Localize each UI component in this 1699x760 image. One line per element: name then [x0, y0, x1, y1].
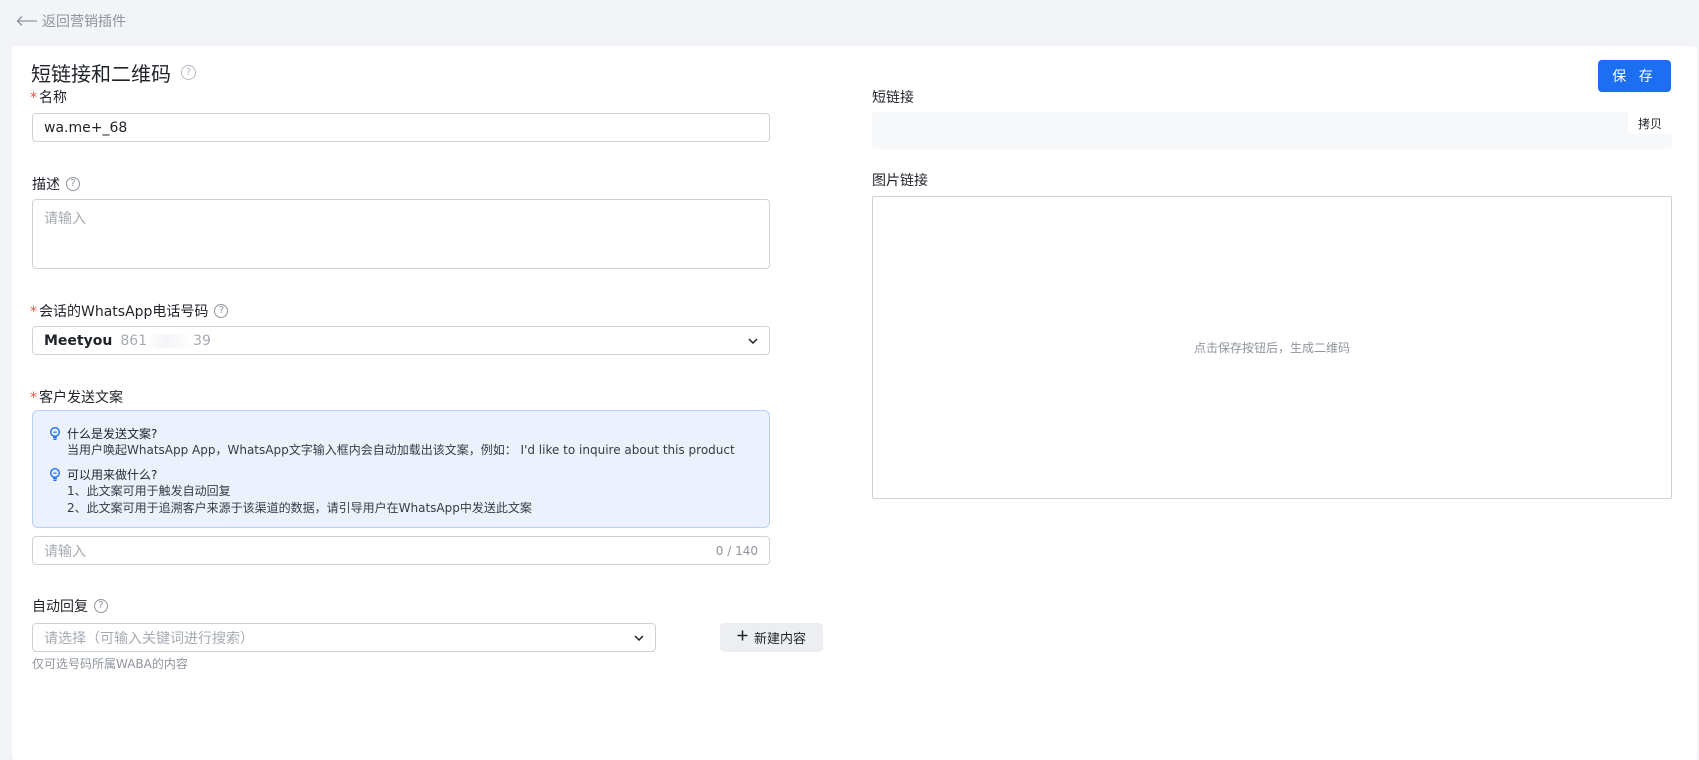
tip-title-usage: 可以用来做什么? [49, 466, 753, 483]
short-link-box: 拷贝 [872, 112, 1672, 149]
required-mark: * [30, 90, 37, 106]
chevron-down-icon [748, 337, 758, 344]
image-link-label-text: 图片链接 [872, 173, 928, 189]
new-content-label: 新建内容 [753, 632, 806, 647]
help-icon[interactable]: ? [66, 177, 80, 191]
tip1-title-text: 什么是发送文案? [67, 427, 158, 441]
short-link-label: 短链接 [872, 87, 914, 107]
phone-number-prefix: 861 [120, 332, 148, 349]
name-label-text: 名称 [39, 90, 67, 106]
back-link[interactable]: 返回营销插件 [16, 11, 126, 31]
required-mark: * [30, 390, 37, 406]
customer-message-label: * 客户发送文案 [30, 387, 123, 407]
tip-title-what: 什么是发送文案? [49, 425, 753, 442]
tip2-title-text: 可以用来做什么? [67, 468, 158, 482]
tip-box: 什么是发送文案? 当用户唤起WhatsApp App，WhatsApp文字输入框… [32, 410, 770, 528]
customer-message-input[interactable]: 请输入 0 / 140 [32, 536, 770, 565]
description-label: 描述 ? [32, 174, 80, 194]
qr-code-box: 点击保存按钮后，生成二维码 [872, 196, 1672, 499]
lightbulb-icon [49, 427, 61, 440]
auto-reply-label: 自动回复 ? [32, 596, 108, 616]
image-link-label: 图片链接 [872, 170, 928, 190]
save-button[interactable]: 保 存 [1598, 60, 1671, 92]
description-label-text: 描述 [32, 177, 60, 193]
page-title: 短链接和二维码 ? [31, 58, 196, 87]
phone-number-suffix: 39 [193, 332, 211, 349]
chevron-down-icon [634, 634, 644, 641]
plus-icon [737, 630, 748, 645]
main-card: 短链接和二维码 ? 保 存 * 名称 wa.me+_68 描述 ? 请输入 * 会话… [12, 46, 1697, 760]
name-input-value: wa.me+_68 [44, 119, 128, 136]
tip2-line2: 2、此文案可用于追溯客户来源于该渠道的数据，请引导用户在WhatsApp中发送此… [67, 501, 532, 515]
required-mark: * [30, 304, 37, 320]
page-title-text: 短链接和二维码 [31, 62, 171, 86]
description-placeholder: 请输入 [44, 211, 86, 227]
auto-reply-label-text: 自动回复 [32, 599, 88, 615]
phone-select-value: Meetyou 861 39 [44, 333, 211, 349]
phone-number: 861 39 [120, 333, 211, 349]
tip2-line1: 1、此文案可用于触发自动回复 [67, 484, 231, 498]
new-content-button[interactable]: 新建内容 [720, 623, 823, 652]
qr-hint: 点击保存按钮后，生成二维码 [1193, 341, 1350, 355]
phone-select[interactable]: Meetyou 861 39 [32, 326, 770, 355]
short-link-label-text: 短链接 [872, 90, 914, 106]
name-input[interactable]: wa.me+_68 [32, 113, 770, 142]
help-icon[interactable]: ? [214, 304, 229, 318]
customer-message-label-text: 客户发送文案 [39, 390, 123, 406]
auto-reply-hint: 仅可选号码所属WABA的内容 [32, 657, 188, 671]
description-textarea[interactable]: 请输入 [32, 199, 770, 269]
phone-number-mask [147, 333, 194, 348]
arrow-left-icon [16, 15, 38, 27]
phone-label: * 会话的WhatsApp电话号码 ? [30, 301, 229, 321]
back-link-label: 返回营销插件 [42, 14, 126, 30]
copy-button[interactable]: 拷贝 [1628, 112, 1672, 134]
auto-reply-placeholder: 请选择（可输入关键词进行搜索） [44, 630, 254, 647]
tip1-text: 当用户唤起WhatsApp App，WhatsApp文字输入框内会自动加载出该文… [67, 443, 735, 457]
char-counter: 0 / 140 [715, 543, 758, 558]
lightbulb-icon [49, 468, 61, 481]
auto-reply-select[interactable]: 请选择（可输入关键词进行搜索） [32, 623, 656, 652]
customer-message-placeholder: 请输入 [44, 543, 86, 560]
name-label: * 名称 [30, 87, 67, 107]
help-icon[interactable]: ? [181, 65, 196, 80]
help-icon[interactable]: ? [94, 599, 108, 613]
phone-label-text: 会话的WhatsApp电话号码 [39, 304, 209, 320]
phone-account-name: Meetyou [44, 332, 113, 349]
